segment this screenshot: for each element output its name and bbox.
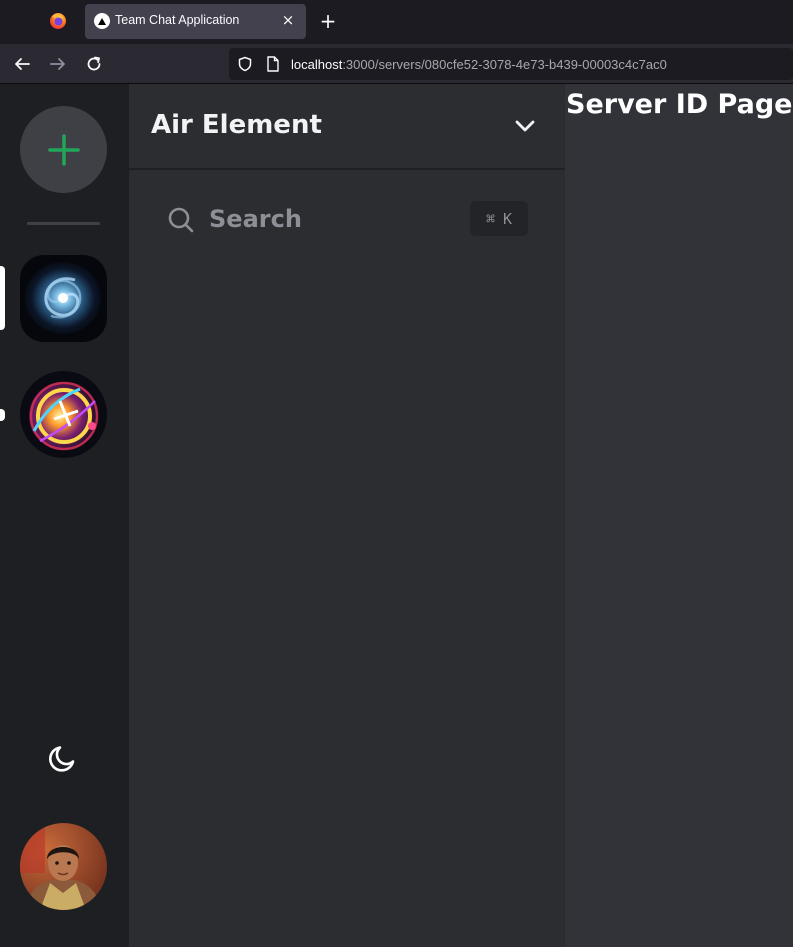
moon-icon xyxy=(49,746,75,772)
server-header-button[interactable]: Air Element xyxy=(129,84,565,170)
forward-button[interactable] xyxy=(47,53,69,75)
browser-tab-bar: Team Chat Application × + xyxy=(0,0,793,44)
tab-close-button[interactable]: × xyxy=(280,12,296,28)
active-server-indicator xyxy=(0,266,5,330)
url-bar[interactable]: localhost:3000/servers/080cfe52-3078-4e7… xyxy=(229,48,793,80)
add-server-button[interactable] xyxy=(20,106,107,193)
shield-icon[interactable] xyxy=(237,56,253,72)
server-icon-air-element[interactable] xyxy=(20,371,107,458)
url-text[interactable]: localhost:3000/servers/080cfe52-3078-4e7… xyxy=(291,57,667,72)
keyboard-shortcut-hint: ⌘ K xyxy=(470,201,528,236)
main-content: Server ID Page xyxy=(565,84,793,947)
unread-server-indicator xyxy=(0,409,5,421)
tab-title: Team Chat Application xyxy=(115,13,240,27)
reload-button[interactable] xyxy=(83,53,105,75)
new-tab-button[interactable]: + xyxy=(318,11,338,31)
rail-divider xyxy=(27,222,100,225)
page-icon[interactable] xyxy=(266,56,280,72)
search-label: Search xyxy=(209,205,302,233)
plus-icon xyxy=(47,133,80,166)
server-rail xyxy=(0,84,129,947)
browser-tab[interactable]: Team Chat Application × xyxy=(85,4,306,39)
shortcut-key: K xyxy=(503,209,513,228)
page-title: Server ID Page xyxy=(566,89,793,120)
air-element-art-image xyxy=(20,371,107,458)
chevron-down-icon xyxy=(515,120,535,132)
back-button[interactable] xyxy=(11,53,33,75)
server-icon-galaxy[interactable] xyxy=(20,255,107,342)
search-icon xyxy=(168,207,194,233)
back-arrow-icon xyxy=(15,58,30,70)
url-path: :3000/servers/080cfe52-3078-4e73-b439-00… xyxy=(342,57,667,72)
nextjs-favicon-icon xyxy=(94,13,110,29)
firefox-icon[interactable] xyxy=(49,12,67,30)
url-host: localhost xyxy=(291,57,343,72)
theme-toggle-button[interactable] xyxy=(46,741,80,775)
reload-icon xyxy=(87,56,101,71)
search-button[interactable]: Search ⌘ K xyxy=(157,196,537,244)
forward-arrow-icon xyxy=(50,58,65,70)
galaxy-image xyxy=(20,255,107,342)
channel-sidebar: Air Element Search ⌘ K xyxy=(129,84,565,947)
server-name: Air Element xyxy=(151,110,322,140)
browser-nav-bar: localhost:3000/servers/080cfe52-3078-4e7… xyxy=(0,44,793,84)
user-avatar[interactable] xyxy=(20,823,107,910)
command-key-icon: ⌘ xyxy=(485,209,495,228)
user-photo xyxy=(20,823,107,910)
